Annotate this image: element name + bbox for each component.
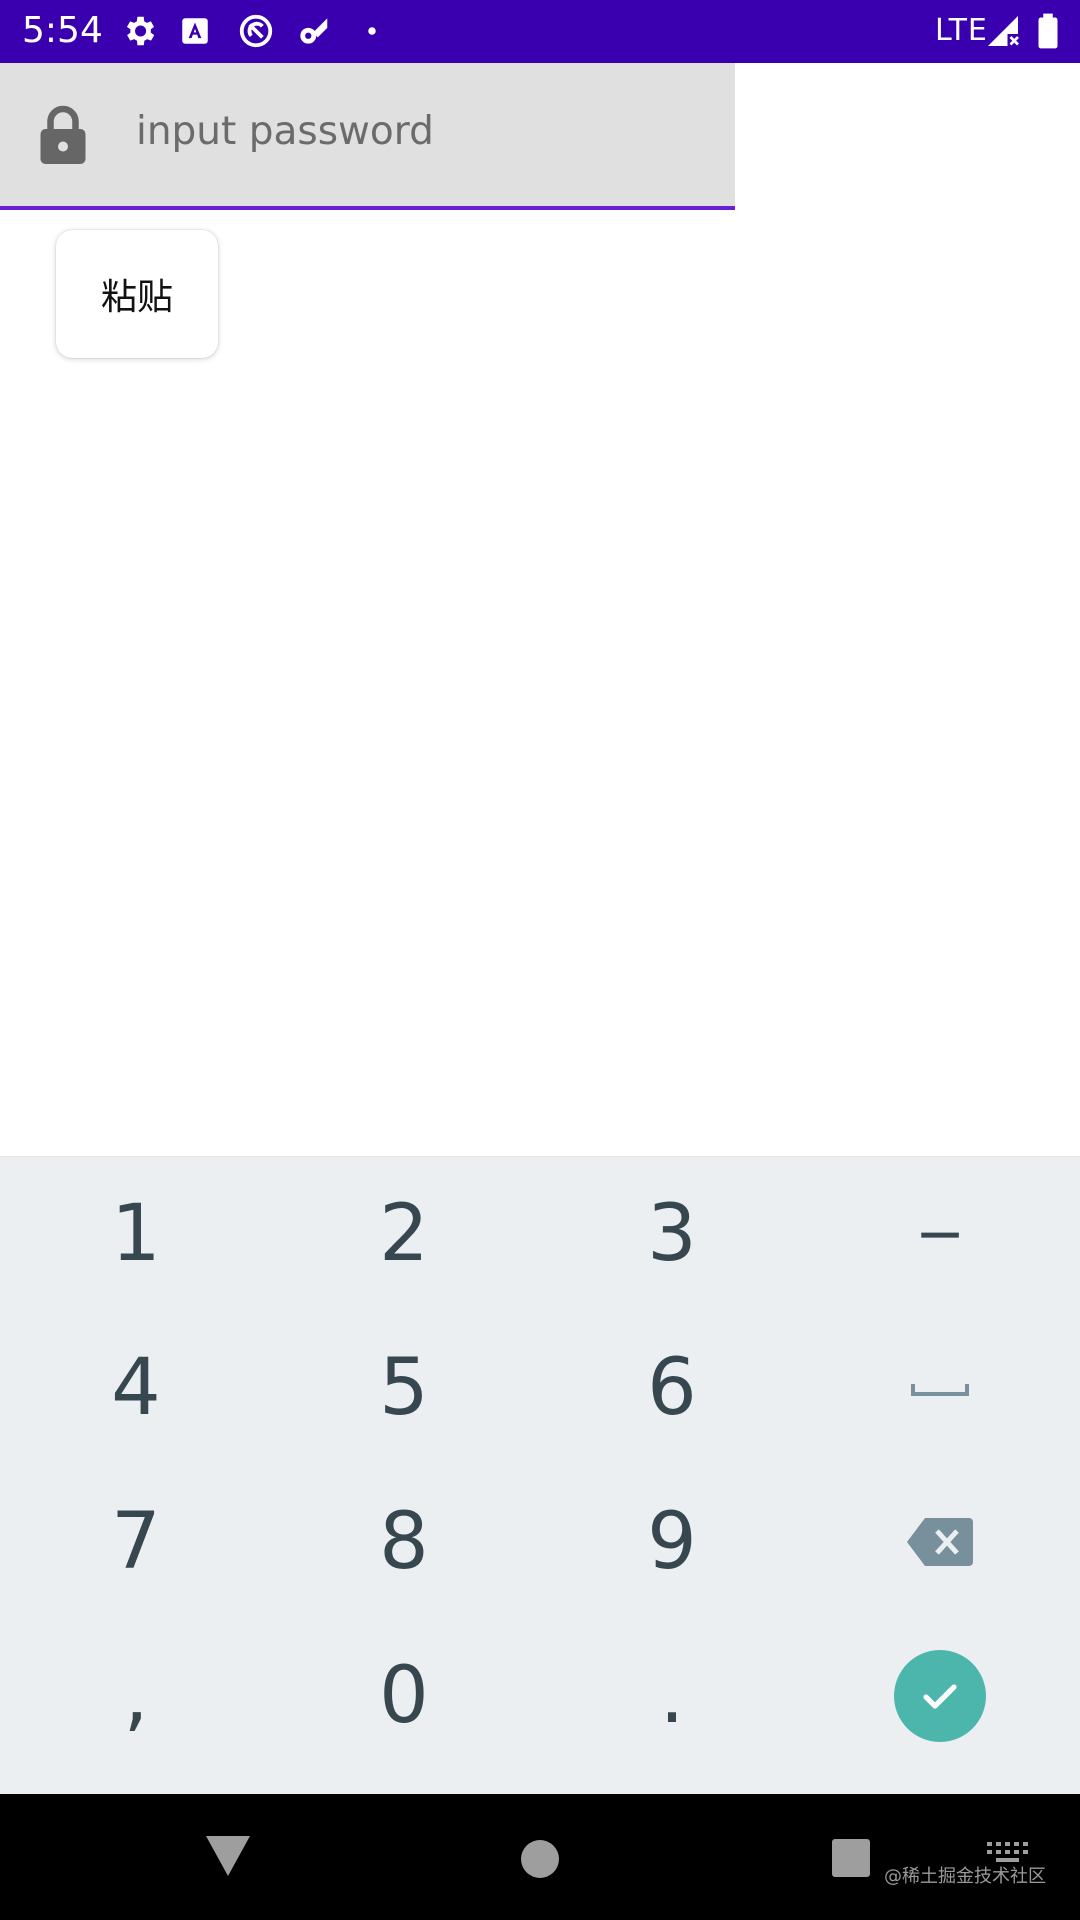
status-time: 5:54	[22, 10, 103, 51]
signal-icon	[985, 12, 1021, 50]
back-icon[interactable]	[204, 1834, 252, 1878]
wifi-gear-icon	[294, 12, 332, 50]
key-0[interactable]: 0	[270, 1619, 538, 1773]
home-icon[interactable]	[519, 1838, 561, 1880]
password-field[interactable]	[0, 63, 735, 210]
key-minus[interactable]: −	[806, 1157, 1074, 1311]
key-backspace[interactable]	[806, 1465, 1074, 1619]
network-type: LTE	[935, 13, 988, 48]
dot-icon	[362, 12, 382, 50]
paste-button[interactable]: 粘贴	[56, 230, 218, 358]
key-8[interactable]: 8	[270, 1465, 538, 1619]
key-5[interactable]: 5	[270, 1311, 538, 1465]
keyboard-switch-icon[interactable]	[987, 1842, 1029, 1864]
enter-check-icon	[894, 1650, 986, 1742]
status-bar: 5:54 LTE	[0, 0, 1080, 63]
font-a-icon	[178, 12, 212, 50]
key-3[interactable]: 3	[538, 1157, 806, 1311]
key-7[interactable]: 7	[2, 1465, 270, 1619]
numeric-keyboard: 1 2 3 − 4 5 6 7 8 9 , 0 .	[0, 1156, 1080, 1794]
watermark: @稀土掘金技术社区	[884, 1866, 1046, 1887]
key-1[interactable]: 1	[2, 1157, 270, 1311]
key-period[interactable]: .	[538, 1619, 806, 1773]
lock-icon	[38, 104, 88, 164]
password-input[interactable]	[136, 103, 696, 159]
key-enter[interactable]	[806, 1619, 1074, 1773]
key-6[interactable]: 6	[538, 1311, 806, 1465]
key-comma[interactable]: ,	[2, 1619, 270, 1773]
navigation-bar	[0, 1794, 1080, 1920]
space-icon	[910, 1378, 970, 1398]
sync-circle-icon	[236, 12, 276, 50]
backspace-icon	[907, 1518, 973, 1566]
battery-icon	[1034, 12, 1062, 50]
key-2[interactable]: 2	[270, 1157, 538, 1311]
settings-icon	[120, 12, 158, 50]
key-space[interactable]	[806, 1311, 1074, 1465]
key-9[interactable]: 9	[538, 1465, 806, 1619]
recents-icon[interactable]	[831, 1838, 871, 1878]
key-4[interactable]: 4	[2, 1311, 270, 1465]
